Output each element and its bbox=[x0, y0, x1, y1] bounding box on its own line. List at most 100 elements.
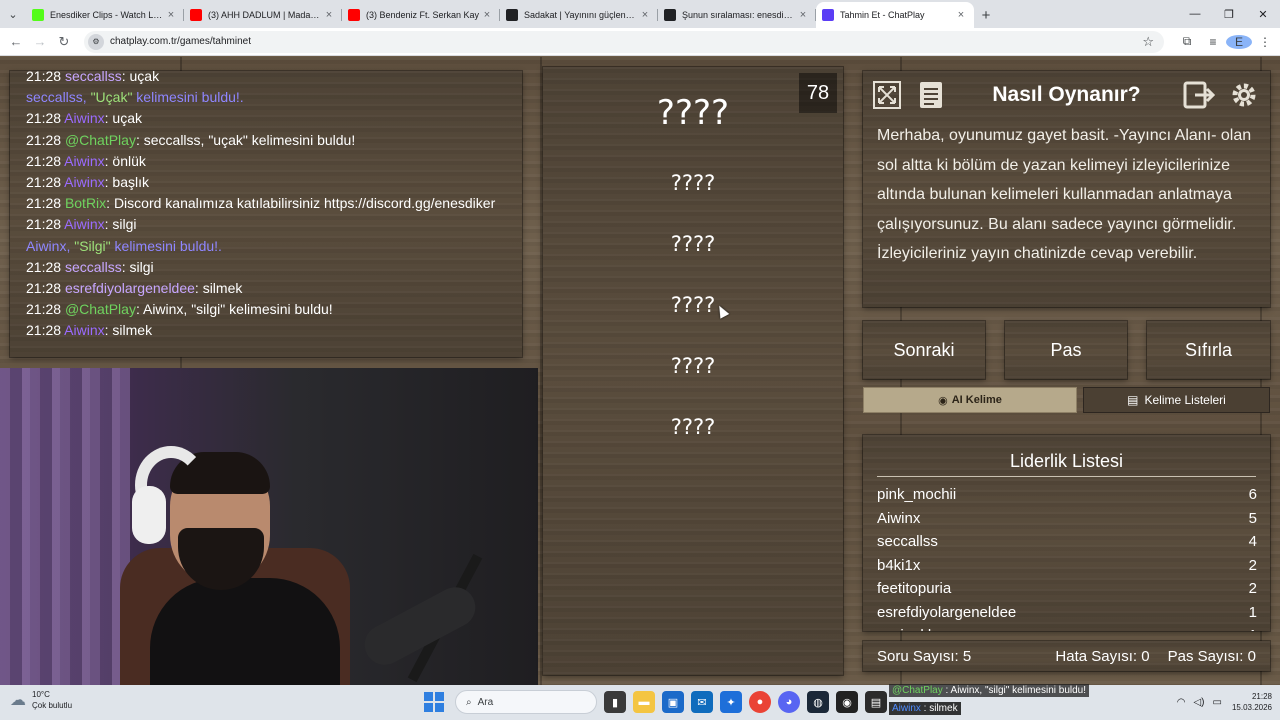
browser-tab[interactable]: (3) AHH DADLUM | Madara Ol × bbox=[184, 2, 342, 28]
leaderboard-row: b4ki1x 2 bbox=[877, 554, 1257, 578]
close-tab-icon[interactable]: × bbox=[164, 9, 178, 21]
url-text: chatplay.com.tr/games/tahminet bbox=[110, 36, 251, 47]
word-lists-label: Kelime Listeleri bbox=[1144, 393, 1226, 407]
close-tab-icon[interactable]: × bbox=[638, 9, 652, 21]
overlay-message: : Aiwinx, "silgi" kelimesini buldu! bbox=[942, 685, 1087, 696]
overlay-line: Aiwinx : silmek bbox=[889, 702, 961, 715]
system-text: kelimesini buldu!. bbox=[132, 89, 244, 106]
reset-button[interactable]: Sıfırla bbox=[1147, 321, 1270, 379]
clock[interactable]: 21:28 15.03.2026 bbox=[1232, 691, 1272, 713]
browser-tab[interactable]: Tahmin Et - ChatPlay × bbox=[816, 2, 974, 28]
leaderboard-row: feetitopuria 2 bbox=[877, 577, 1257, 601]
minimize-button[interactable]: — bbox=[1178, 0, 1212, 28]
chat-username[interactable]: @ChatPlay bbox=[65, 132, 136, 148]
close-tab-icon[interactable]: × bbox=[954, 9, 968, 21]
exit-icon[interactable] bbox=[1183, 79, 1215, 111]
chat-message: 21:28 esrefdiyolargeneldee: silmek bbox=[26, 278, 522, 299]
chat-username[interactable]: Aiwinx bbox=[64, 174, 104, 190]
store-icon[interactable]: ▣ bbox=[662, 691, 684, 713]
browser-tab[interactable]: Sadakat | Yayınını güçlendirme × bbox=[500, 2, 658, 28]
file-explorer-icon[interactable]: ▬ bbox=[633, 691, 655, 713]
word-lists-button[interactable]: ▤ Kelime Listeleri bbox=[1083, 387, 1270, 413]
extensions-icon[interactable]: ⧉ bbox=[1174, 34, 1200, 49]
forbidden-word: ???? bbox=[670, 415, 716, 439]
windows-start-icon[interactable] bbox=[423, 691, 445, 713]
chat-message: 21:28 BotRix: Discord kanalımıza katılab… bbox=[26, 193, 522, 214]
taskbar-search[interactable]: ⌕ Ara bbox=[455, 690, 597, 714]
chat-username[interactable]: @ChatPlay bbox=[65, 301, 136, 317]
message-text: : silmek bbox=[104, 322, 153, 339]
close-tab-icon[interactable]: × bbox=[796, 9, 810, 21]
pass-count: Pas Sayısı: 0 bbox=[1168, 648, 1256, 665]
bookmark-star-icon[interactable]: ☆ bbox=[1142, 34, 1154, 50]
new-tab-button[interactable]: + bbox=[974, 2, 998, 28]
pass-button[interactable]: Pas bbox=[1005, 321, 1127, 379]
chrome-icon[interactable]: ● bbox=[749, 691, 771, 713]
browser-tab[interactable]: (3) Bendeniz Ft. Serkan Kay × bbox=[342, 2, 500, 28]
tab-title: Enesdiker Clips - Watch Live on bbox=[50, 10, 164, 20]
maximize-button[interactable]: ❐ bbox=[1212, 0, 1246, 28]
pass-count-value: 0 bbox=[1247, 647, 1256, 665]
app-icon-2[interactable]: ▤ bbox=[865, 691, 887, 713]
chat-username[interactable]: esrefdiyolargeneldee bbox=[65, 280, 195, 296]
player-score: 4 bbox=[1248, 533, 1257, 550]
chat-username[interactable]: Aiwinx bbox=[64, 322, 104, 338]
forbidden-word: ???? bbox=[670, 232, 716, 256]
chat-username[interactable]: Aiwinx bbox=[64, 110, 104, 126]
weather-desc: Çok bulutlu bbox=[32, 701, 73, 710]
found-word: "Uçak" bbox=[90, 89, 133, 106]
task-view-icon[interactable]: ▮ bbox=[604, 691, 626, 713]
chat-overlay: @ChatPlay : Aiwinx, "silgi" kelimesini b… bbox=[889, 683, 1129, 720]
youtube-icon bbox=[190, 9, 202, 21]
settings-gear-icon[interactable] bbox=[1228, 79, 1260, 111]
message-text: : başlık bbox=[104, 174, 149, 191]
chat-message: 21:28 Aiwinx: önlük bbox=[26, 151, 522, 172]
player-name: yasin_kk bbox=[877, 624, 935, 631]
media-controls-icon[interactable]: ≡ bbox=[1200, 35, 1226, 49]
message-text: : silgi bbox=[104, 216, 137, 233]
weather-widget[interactable]: ☁ 10°C Çok bulutlu bbox=[10, 689, 72, 711]
reload-button[interactable]: ↻ bbox=[52, 34, 76, 50]
divider bbox=[877, 476, 1256, 477]
app-icon[interactable]: ✦ bbox=[720, 691, 742, 713]
close-tab-icon[interactable]: × bbox=[322, 9, 336, 21]
chat-username[interactable]: Aiwinx bbox=[64, 216, 104, 232]
tab-title: Sadakat | Yayınını güçlendirme bbox=[524, 10, 638, 20]
chat-username[interactable]: seccallss bbox=[65, 259, 122, 275]
player-score: 1 bbox=[1249, 624, 1257, 631]
close-window-button[interactable]: ✕ bbox=[1246, 0, 1280, 28]
browser-tab[interactable]: Şunun sıralaması: enesdiker | Y× bbox=[658, 2, 816, 28]
message-time: 21:28 bbox=[26, 216, 62, 233]
forward-button[interactable]: → bbox=[28, 34, 52, 49]
leaderboard-panel: Liderlik Listesi pink_mochii 6 Aiwinx 5 secc… bbox=[863, 435, 1270, 631]
browser-menu-icon[interactable]: ⋮ bbox=[1252, 35, 1278, 49]
obs-icon[interactable]: ◉ bbox=[836, 691, 858, 713]
message-time: 21:28 bbox=[26, 71, 62, 84]
profile-avatar[interactable]: E bbox=[1226, 34, 1252, 49]
chat-message: 21:28 @ChatPlay: Aiwinx, "silgi" kelimes… bbox=[26, 299, 522, 320]
message-text: : silgi bbox=[121, 258, 154, 275]
discord-icon[interactable]: ◕ bbox=[778, 691, 800, 713]
wifi-icon[interactable]: ◠ bbox=[1177, 697, 1186, 708]
close-tab-icon[interactable]: × bbox=[480, 9, 494, 21]
outlook-icon[interactable]: ✉ bbox=[691, 691, 713, 713]
chat-username[interactable]: Aiwinx bbox=[64, 153, 104, 169]
steam-icon[interactable]: ◍ bbox=[807, 691, 829, 713]
chat-username[interactable]: seccallss bbox=[65, 71, 122, 84]
message-text: : seccallss, "uçak" kelimesini buldu! bbox=[135, 131, 356, 148]
address-bar[interactable]: ⚙ chatplay.com.tr/games/tahminet ☆ bbox=[84, 30, 1164, 53]
site-info-icon[interactable]: ⚙ bbox=[88, 33, 104, 50]
next-button[interactable]: Sonraki bbox=[863, 321, 985, 379]
message-time: 21:28 bbox=[26, 131, 62, 148]
battery-icon[interactable]: ▭ bbox=[1213, 697, 1222, 708]
clock-time: 21:28 bbox=[1251, 692, 1272, 701]
tab-search-button[interactable]: ⌄ bbox=[0, 0, 26, 28]
back-button[interactable]: ← bbox=[4, 34, 28, 49]
headset-cup bbox=[132, 486, 166, 544]
toolbar: ← → ↻ ⚙ chatplay.com.tr/games/tahminet ☆… bbox=[0, 28, 1280, 56]
browser-tab[interactable]: Enesdiker Clips - Watch Live on× bbox=[26, 2, 184, 28]
chat-username[interactable]: BotRix bbox=[65, 195, 106, 211]
volume-icon[interactable]: ◁) bbox=[1193, 697, 1204, 708]
ai-word-button[interactable]: ◉ AI Kelime bbox=[863, 387, 1077, 413]
chatplay-icon bbox=[822, 9, 834, 21]
